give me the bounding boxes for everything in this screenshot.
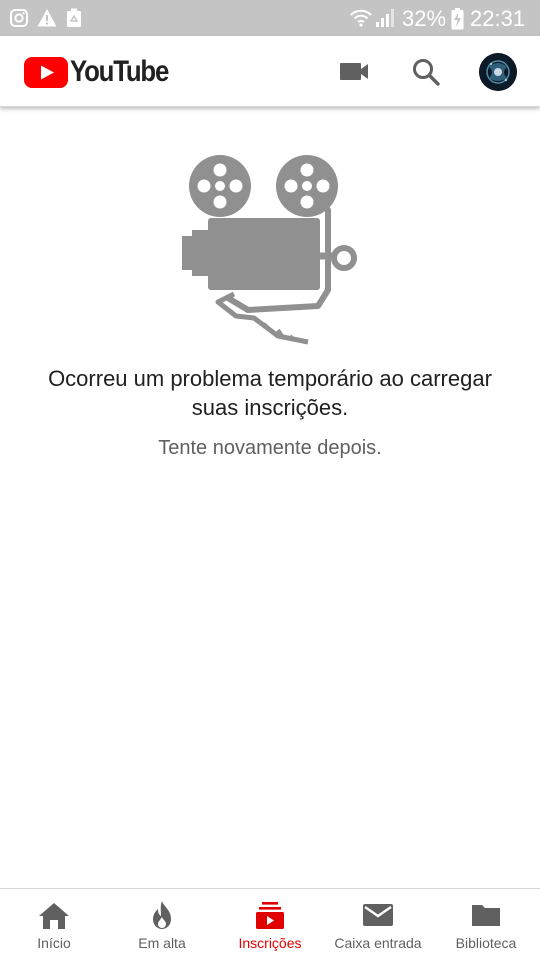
error-subtitle: Tente novamente depois. [158,437,382,459]
film-projector-icon [182,155,357,345]
search-icon [413,59,440,86]
tab-label: Caixa entrada [334,935,422,951]
status-clock: 22:31 [470,6,526,31]
folder-icon [472,905,500,926]
tab-label: Em alta [138,935,186,951]
signal-icon [376,9,394,27]
warning-icon [37,9,57,27]
tab-inicio[interactable]: Início [0,889,108,961]
bottom-nav: Início Em alta Inscrições Caixa entrada … [0,888,540,960]
youtube-wordmark: YouTube [70,55,169,88]
error-title: Ocorreu um problema temporário ao carreg… [48,366,492,420]
upload-video-button[interactable] [334,52,374,92]
subscriptions-icon [256,902,284,929]
home-icon [39,903,69,929]
video-camera-icon [340,63,368,80]
battery-charging-icon [451,8,464,30]
battery-percent: 32% [402,6,447,31]
flame-icon [153,901,171,929]
status-bar: 32% 22:31 [0,0,540,36]
tab-label: Biblioteca [455,935,517,951]
tab-inscricoes[interactable]: Inscrições [216,889,324,961]
recycle-icon [67,8,81,27]
tab-biblioteca[interactable]: Biblioteca [432,889,540,961]
tab-label: Início [37,935,71,951]
tab-em-alta[interactable]: Em alta [108,889,216,961]
instagram-icon [10,9,28,27]
tab-label: Inscrições [238,935,302,951]
avatar[interactable] [479,53,517,91]
tab-caixa-entrada[interactable]: Caixa entrada [324,889,432,961]
youtube-play-icon [24,57,68,88]
search-button[interactable] [406,52,446,92]
wifi-icon [350,9,372,27]
avatar-image [479,53,517,91]
mail-icon [363,904,393,926]
app-bar: YouTube [0,36,540,107]
